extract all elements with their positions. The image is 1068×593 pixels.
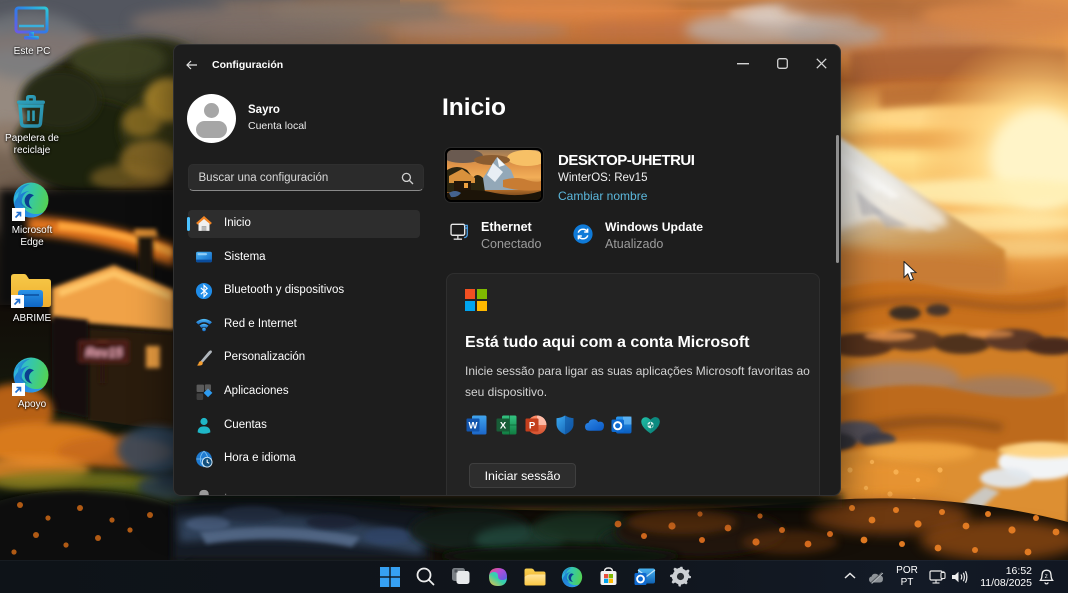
svg-text:X: X <box>500 421 507 432</box>
svg-text:P: P <box>529 421 536 432</box>
svg-text:z: z <box>1045 573 1048 580</box>
svg-text:Rev15: Rev15 <box>86 346 124 360</box>
svg-text:W: W <box>469 421 478 432</box>
